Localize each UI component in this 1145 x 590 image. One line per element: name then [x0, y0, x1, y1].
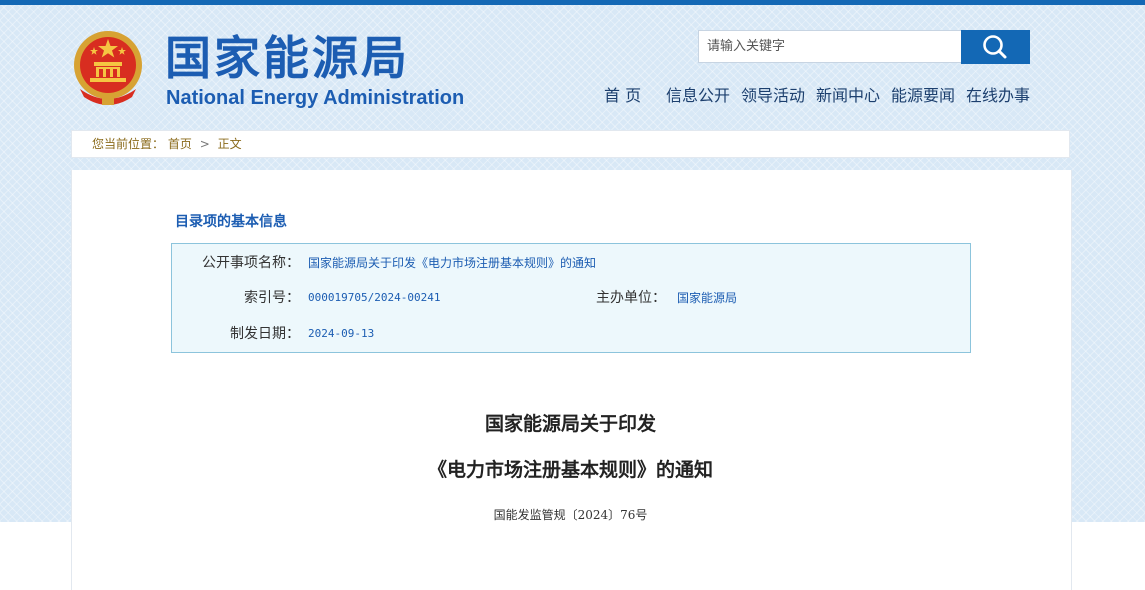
nav-info-disclosure[interactable]: 信息公开 [666, 84, 730, 108]
catalog-heading: 目录项的基本信息 [175, 214, 287, 230]
date-value: 2024-09-13 [308, 327, 375, 340]
breadcrumb: 您当前位置： 首页 > 正文 [71, 130, 1070, 158]
breadcrumb-prefix: 您当前位置： [92, 137, 165, 151]
search-button[interactable] [961, 30, 1030, 64]
site-title-chinese[interactable]: 国家能源局 [165, 30, 410, 86]
nav-online-services[interactable]: 在线办事 [966, 84, 1030, 108]
document-title-line1: 国家能源局关于印发 [484, 413, 656, 435]
nav-home[interactable]: 首 页 [604, 84, 641, 108]
main-content-card [71, 170, 1072, 590]
item-name-value: 国家能源局关于印发《电力市场注册基本规则》的通知 [308, 256, 597, 270]
index-label: 索引号： [244, 290, 300, 306]
index-value: 000019705/2024-00241 [308, 291, 441, 304]
nav-energy-news[interactable]: 能源要闻 [891, 84, 955, 108]
item-name-label: 公开事项名称： [202, 255, 300, 271]
host-value: 国家能源局 [677, 291, 738, 305]
host-label: 主办单位： [596, 290, 666, 306]
document-number: 国能发监管规〔2024〕76号 [493, 508, 648, 522]
search-input[interactable] [698, 30, 962, 63]
date-label: 制发日期： [230, 326, 300, 342]
document-title-line2: 《电力市场注册基本规则》的通知 [427, 459, 713, 481]
breadcrumb-separator: > [199, 137, 210, 151]
breadcrumb-current: 正文 [217, 137, 242, 151]
national-emblem-icon[interactable] [72, 29, 144, 107]
nav-news-center[interactable]: 新闻中心 [816, 84, 880, 108]
site-title-english[interactable]: National Energy Administration [166, 86, 464, 110]
nav-leader-activities[interactable]: 领导活动 [741, 84, 805, 108]
catalog-info-box: 公开事项名称： 国家能源局关于印发《电力市场注册基本规则》的通知 索引号： 00… [171, 243, 971, 353]
breadcrumb-home-link[interactable]: 首页 [168, 137, 192, 151]
search-icon [983, 35, 1007, 59]
